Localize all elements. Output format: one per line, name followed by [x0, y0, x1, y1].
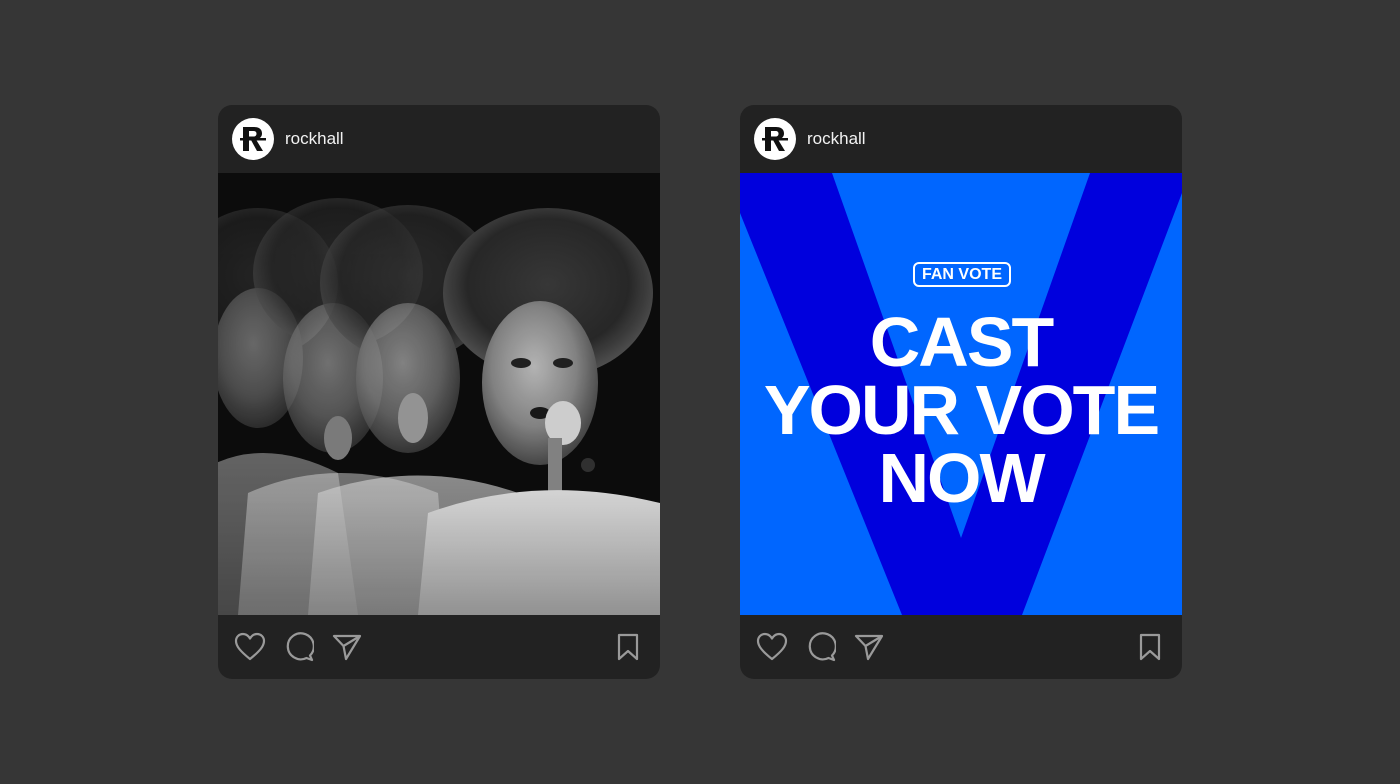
comment-icon — [808, 632, 836, 662]
rock-hall-r-logo-icon — [240, 127, 266, 151]
like-button[interactable] — [754, 629, 790, 665]
post-actions — [740, 615, 1182, 679]
account-avatar[interactable] — [754, 118, 796, 160]
account-avatar[interactable] — [232, 118, 274, 160]
post-header: rockhall — [740, 105, 1182, 173]
post-actions — [218, 615, 660, 679]
rock-hall-r-logo-icon — [762, 127, 788, 151]
bookmark-icon — [1139, 633, 1161, 661]
vote-headline: CAST YOUR VOTE NOW — [740, 303, 1182, 517]
feed-stage: rockhall rockhall FAN VOTE CAST YOUR VOT… — [0, 0, 1400, 784]
account-username[interactable]: rockhall — [285, 129, 344, 149]
share-button[interactable] — [851, 629, 887, 665]
comment-button[interactable] — [281, 629, 317, 665]
fan-vote-badge: FAN VOTE — [913, 262, 1011, 287]
send-icon — [332, 634, 362, 661]
bookmark-icon — [617, 633, 639, 661]
fan-vote-graphic: FAN VOTE CAST YOUR VOTE NOW — [740, 173, 1182, 615]
comment-icon — [286, 632, 314, 662]
instagram-post-graphic: rockhall FAN VOTE CAST YOUR VOTE NOW — [740, 105, 1182, 679]
singer-multiple-exposure-image — [218, 173, 660, 615]
save-button[interactable] — [610, 629, 646, 665]
share-button[interactable] — [329, 629, 365, 665]
account-username[interactable]: rockhall — [807, 129, 866, 149]
post-header: rockhall — [218, 105, 660, 173]
like-button[interactable] — [232, 629, 268, 665]
comment-button[interactable] — [803, 629, 839, 665]
headline-line-2: YOUR VOTE — [763, 371, 1160, 449]
headline-line-1: CAST — [869, 303, 1055, 381]
instagram-post-photo: rockhall — [218, 105, 660, 679]
save-button[interactable] — [1132, 629, 1168, 665]
send-icon — [854, 634, 884, 661]
heart-icon — [756, 632, 788, 661]
post-photo — [218, 173, 660, 615]
headline-line-3: NOW — [878, 439, 1045, 517]
heart-icon — [234, 632, 266, 661]
